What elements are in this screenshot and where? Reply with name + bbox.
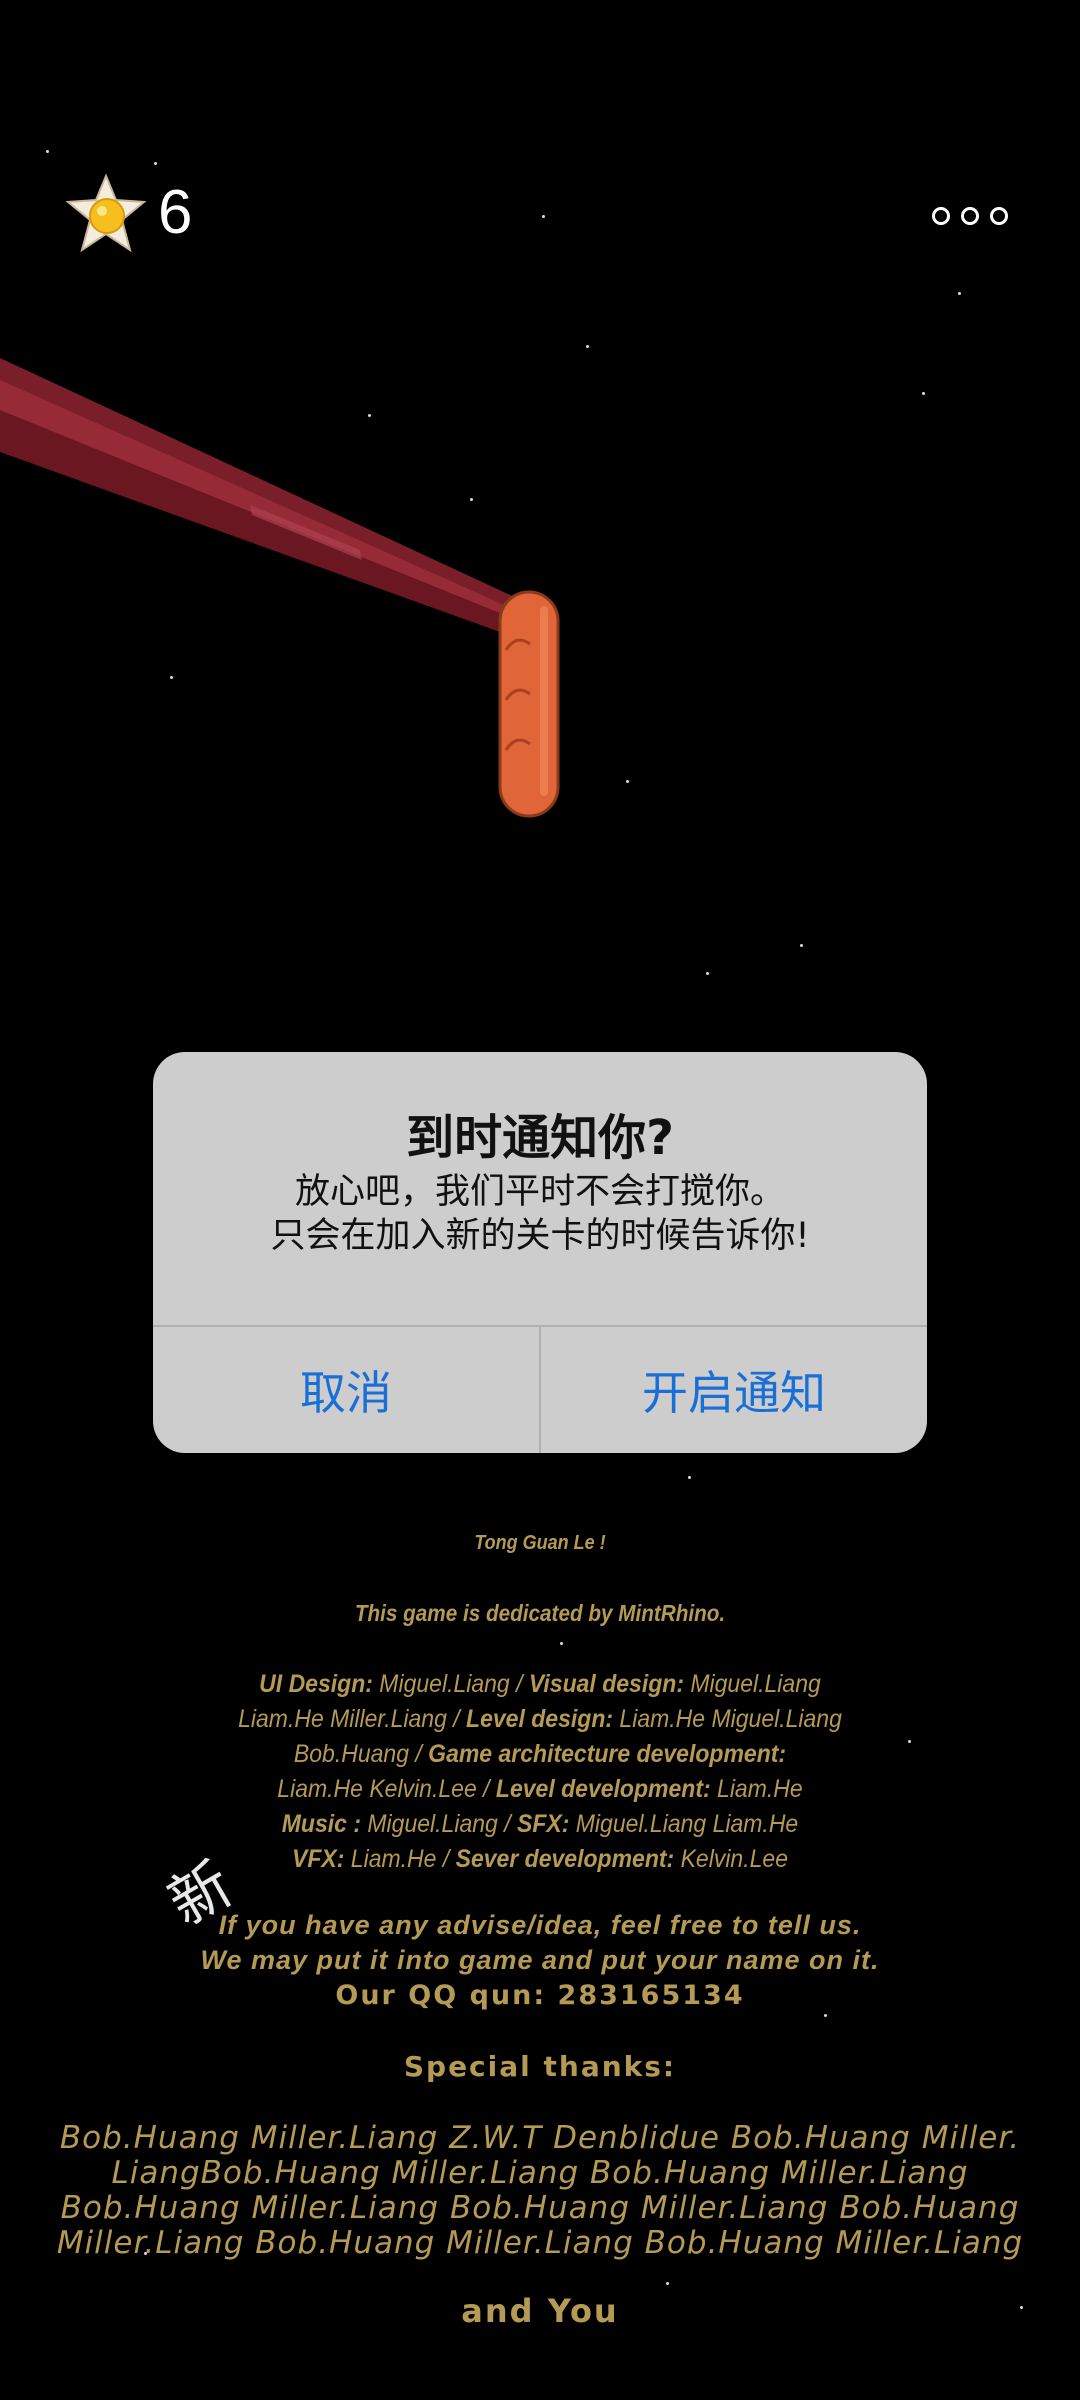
- dialog-message: 放心吧，我们平时不会打搅你。 只会在加入新的关卡的时候告诉你!: [153, 1170, 927, 1258]
- dialog-title: 到时通知你?: [406, 1110, 674, 1166]
- credits-thanks-line: Bob.Huang Miller.Liang Bob.Huang Miller.…: [60, 2190, 1020, 2226]
- enable-notifications-button[interactable]: 开启通知: [541, 1327, 927, 1453]
- credits-thanks-line: Miller.Liang Bob.Huang Miller.Liang Bob.…: [56, 2225, 1024, 2261]
- fried-egg-star-icon: [65, 173, 147, 253]
- three-dots-icon[interactable]: [932, 200, 1008, 232]
- dialog-message-line: 放心吧，我们平时不会打搅你。: [294, 1172, 785, 1212]
- credits-thanks-line: LiangBob.Huang Miller.Liang Bob.Huang Mi…: [111, 2155, 969, 2191]
- credits-roll: Tong Guan Le ! This game is dedicated by…: [0, 1520, 1080, 2340]
- credits-qq: Our QQ qun: 283165134: [335, 1980, 745, 2011]
- credits-row: Bob.Huang / Game architecture developmen…: [293, 1740, 787, 1768]
- chopsticks: [0, 358, 538, 632]
- credits-thanks-heading: Special thanks:: [403, 2050, 677, 2083]
- credits-advise: We may put it into game and put your nam…: [200, 1945, 880, 1975]
- game-scene: [0, 358, 560, 818]
- notification-dialog: 到时通知你? 放心吧，我们平时不会打搅你。 只会在加入新的关卡的时候告诉你! 取…: [153, 1052, 927, 1453]
- sausage: [498, 590, 560, 818]
- credits-advise: If you have any advise/idea, feel free t…: [218, 1910, 862, 1940]
- credits-dedication: This game is dedicated by MintRhino.: [354, 1600, 726, 1626]
- credits-closing: and You: [461, 2292, 619, 2330]
- credits-row: Music : Miguel.Liang / SFX: Miguel.Liang…: [281, 1810, 799, 1838]
- credits-row: Liam.He Kelvin.Lee / Level development: …: [277, 1775, 803, 1803]
- dialog-message-line: 只会在加入新的关卡的时候告诉你!: [270, 1216, 810, 1256]
- egg-count: 6: [158, 178, 193, 247]
- credits-thanks-line: Bob.Huang Miller.Liang Z.W.T Denblidue B…: [59, 2120, 1021, 2156]
- credits-row: Liam.He Miller.Liang / Level design: Lia…: [238, 1705, 842, 1733]
- cancel-button[interactable]: 取消: [153, 1327, 539, 1453]
- credits-row: UI Design: Miguel.Liang / Visual design:…: [259, 1670, 821, 1698]
- credits-title: Tong Guan Le !: [474, 1532, 606, 1554]
